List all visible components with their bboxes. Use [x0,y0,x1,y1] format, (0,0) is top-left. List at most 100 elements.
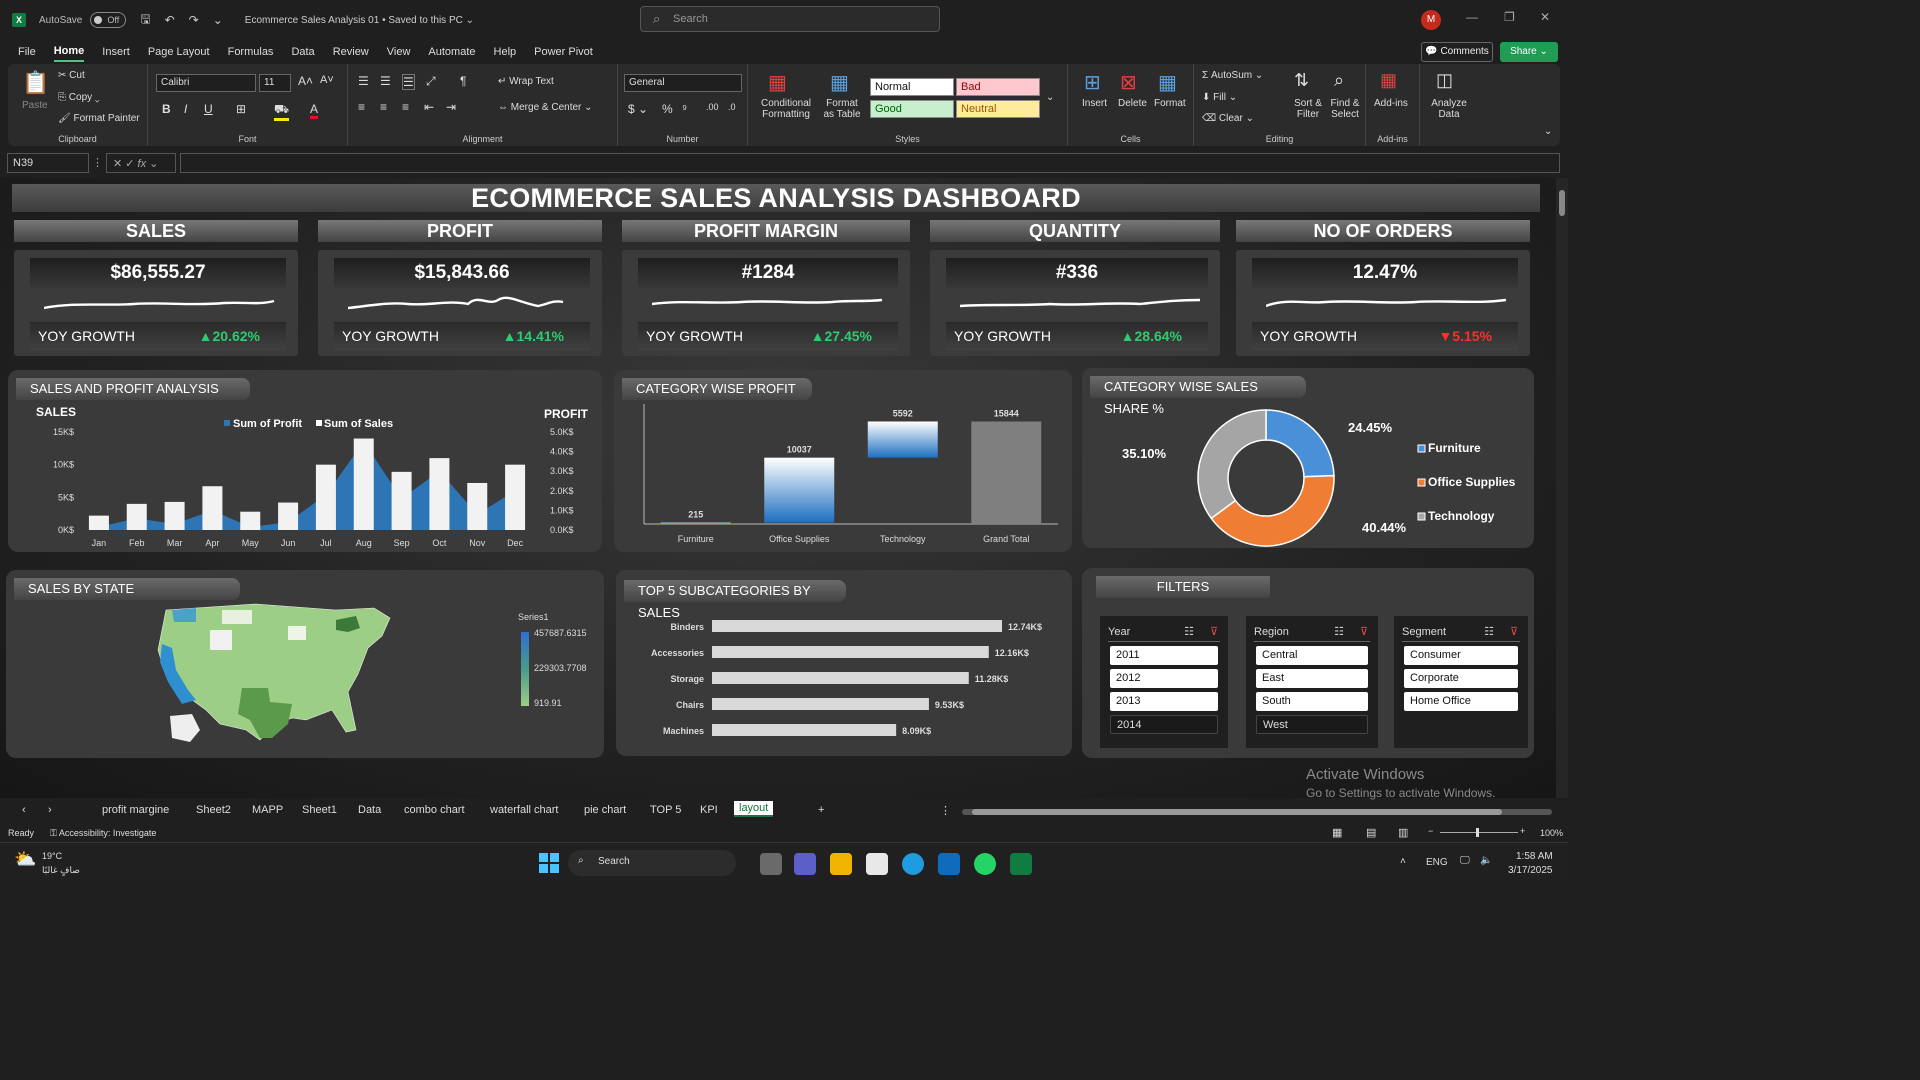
align-center-icon[interactable]: ≡ [380,100,387,114]
zoom-slider[interactable] [1440,828,1518,837]
find-icon[interactable]: ⌕ [1334,70,1344,91]
sheet-tab[interactable]: combo chart [404,804,465,816]
align-middle-icon[interactable]: ☰ [380,74,391,88]
collapse-ribbon-icon[interactable]: ⌄ [1544,126,1552,137]
bold-icon[interactable]: B [162,102,171,116]
font-name-select[interactable]: Calibri [156,74,256,92]
align-bottom-icon[interactable]: ☰ [402,74,415,90]
scrollbar-thumb[interactable] [1559,190,1565,216]
sheet-tab[interactable]: Sheet2 [196,804,231,816]
comma-icon[interactable]: ⁹ [682,102,687,116]
menu-data[interactable]: Data [291,43,314,61]
menu-file[interactable]: File [18,43,36,61]
format-table-icon[interactable]: ▦ [830,70,849,95]
tabs-more-icon[interactable]: ⋮ [940,804,951,817]
menu-insert[interactable]: Insert [102,43,130,61]
slicer-item[interactable]: Corporate [1404,669,1518,688]
clear-filter-icon[interactable]: ⊽ [1210,622,1218,642]
sheet-tab[interactable]: Sheet1 [302,804,337,816]
multi-select-icon[interactable]: ☷ [1334,622,1344,642]
edge-icon[interactable] [902,853,924,875]
vertical-scrollbar[interactable] [1556,178,1568,798]
store-icon[interactable] [866,853,888,875]
undo-icon[interactable]: ↶ [165,13,175,27]
wrap-text-button[interactable]: ↵ Wrap Text [498,76,554,87]
currency-icon[interactable]: $ ⌄ [628,102,648,116]
comments-button[interactable]: 💬 Comments [1421,42,1493,62]
h-scrollbar-thumb[interactable] [972,809,1502,815]
slicer-item[interactable]: 2014 [1110,715,1218,734]
font-color-icon[interactable]: A [310,102,319,119]
format-as-table-button[interactable]: Format as Table [820,98,864,120]
decrease-decimal-icon[interactable]: .0 [728,102,736,112]
clear-filter-icon[interactable]: ⊽ [1360,622,1368,642]
style-bad[interactable]: Bad [956,78,1040,96]
style-normal[interactable]: Normal [870,78,954,96]
customize-qat-icon[interactable]: ⌄ [213,13,223,27]
find-select-button[interactable]: Find & Select [1326,98,1364,120]
addins-icon[interactable]: ▦ [1380,70,1397,91]
style-neutral[interactable]: Neutral [956,100,1040,118]
normal-view-icon[interactable]: ▦ [1332,826,1342,839]
fill-button[interactable]: ⬇ Fill ⌄ [1202,92,1237,103]
volume-icon[interactable]: 🔈 [1480,855,1492,866]
slicer-item[interactable]: South [1256,692,1368,711]
conditional-formatting-icon[interactable]: ▦ [768,70,787,95]
sheet-tab[interactable]: Data [358,804,381,816]
worksheet[interactable]: ECOMMERCE SALES ANALYSIS DASHBOARD SALES… [0,178,1556,800]
delete-cells-icon[interactable]: ⊠ [1120,70,1137,95]
slicer-item[interactable]: East [1256,669,1368,688]
underline-icon[interactable]: U [204,102,213,116]
number-format-select[interactable]: General [624,74,742,92]
insert-cells-button[interactable]: Insert [1082,98,1107,109]
restore-icon[interactable]: ❐ [1504,10,1515,24]
paste-icon[interactable]: 📋 [22,70,49,96]
autosum-button[interactable]: Σ AutoSum ⌄ [1202,70,1263,81]
styles-more-icon[interactable]: ⌄ [1046,92,1054,103]
menu-formulas[interactable]: Formulas [228,43,274,61]
menu-help[interactable]: Help [494,43,517,61]
sheet-tab[interactable]: layout [734,801,774,817]
cut-button[interactable]: ✂ Cut [58,70,85,81]
slicer-item[interactable]: Central [1256,646,1368,665]
tab-prev-icon[interactable]: ‹ [22,804,26,816]
accessibility-status[interactable]: ⚿ Accessibility: Investigate [50,828,156,839]
decrease-indent-icon[interactable]: ⇤ [424,100,434,114]
shrink-font-icon[interactable]: A˅ [320,74,334,86]
align-right-icon[interactable]: ≡ [402,100,409,114]
italic-icon[interactable]: I [184,102,187,116]
excel-taskbar-icon[interactable] [1010,853,1032,875]
fx-button[interactable]: ✕ ✓ fx ⌄ [106,153,176,173]
network-icon[interactable]: 🖵 [1460,855,1470,866]
sheet-tab[interactable]: MAPP [252,804,283,816]
slicer-item[interactable]: 2012 [1110,669,1218,688]
add-sheet-icon[interactable]: + [818,804,824,816]
rtl-icon[interactable]: ¶ [460,74,466,88]
name-box[interactable]: N39 [7,153,89,173]
sheet-tab[interactable]: profit margine [102,804,169,816]
menu-home[interactable]: Home [53,42,85,62]
insert-cells-icon[interactable]: ⊞ [1084,70,1101,95]
autosave-toggle[interactable]: Off [90,12,127,28]
clear-button[interactable]: ⌫ Clear ⌄ [1202,113,1254,124]
analyze-data-icon[interactable]: ◫ [1436,70,1453,91]
increase-indent-icon[interactable]: ⇥ [446,100,456,114]
merge-center-button[interactable]: ⇔ Merge & Center ⌄ [498,102,593,113]
page-layout-icon[interactable]: ▤ [1366,826,1376,839]
style-good[interactable]: Good [870,100,954,118]
format-cells-button[interactable]: Format [1154,98,1186,109]
horizontal-scrollbar[interactable] [962,809,1552,815]
task-view-icon[interactable] [760,853,782,875]
borders-icon[interactable]: ⊞ [236,102,246,116]
paste-button[interactable]: Paste [22,100,48,111]
teams-icon[interactable] [794,853,816,875]
file-explorer-icon[interactable] [830,853,852,875]
sheet-tab[interactable]: waterfall chart [490,804,558,816]
formula-input[interactable] [180,153,1560,173]
analyze-data-button[interactable]: Analyze Data [1428,98,1470,120]
align-left-icon[interactable]: ≡ [358,100,365,114]
start-icon[interactable] [539,853,559,873]
zoom-level[interactable]: 100% [1540,828,1563,838]
clock-date[interactable]: 3/17/2025 [1508,865,1553,876]
slicer-item[interactable]: Home Office [1404,692,1518,711]
